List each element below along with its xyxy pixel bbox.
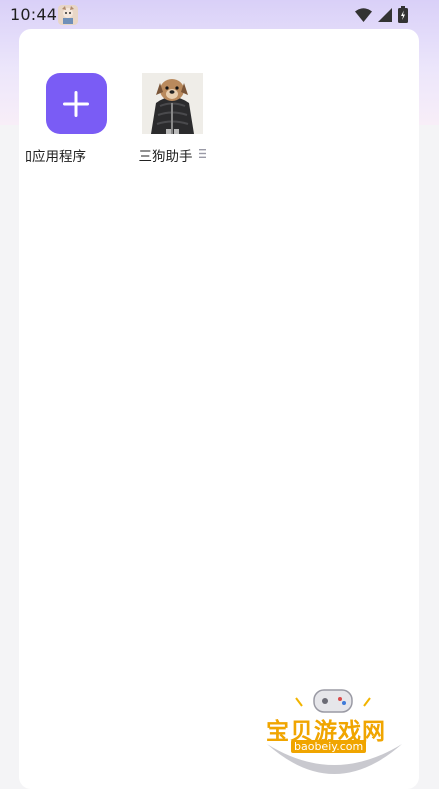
- menu-icon[interactable]: [198, 147, 206, 163]
- battery-icon: [398, 6, 408, 27]
- watermark-domain: baobeiy.com: [291, 740, 367, 753]
- sangou-app-label: 三狗助手: [139, 145, 206, 165]
- add-app-button[interactable]: [45, 73, 107, 134]
- wifi-icon: [355, 7, 372, 26]
- dog-photo-icon: [141, 73, 203, 134]
- app-tile-sangou[interactable]: 三狗助手: [122, 73, 222, 165]
- app-grid-card: 添加应用程序 三狗助手: [19, 29, 419, 789]
- add-app-tile[interactable]: 添加应用程序: [26, 73, 126, 165]
- status-bar: 10:44: [0, 0, 439, 30]
- notification-app-icon: [58, 5, 78, 25]
- signal-icon: [378, 7, 392, 26]
- plus-icon: [63, 90, 89, 117]
- gamepad-icon: [313, 689, 353, 713]
- status-time: 10:44: [10, 5, 58, 24]
- watermark-logo: 宝贝游戏网 baobeiy.com: [262, 686, 407, 776]
- sangou-app-icon[interactable]: [141, 73, 203, 134]
- add-app-label: 添加应用程序: [26, 149, 86, 165]
